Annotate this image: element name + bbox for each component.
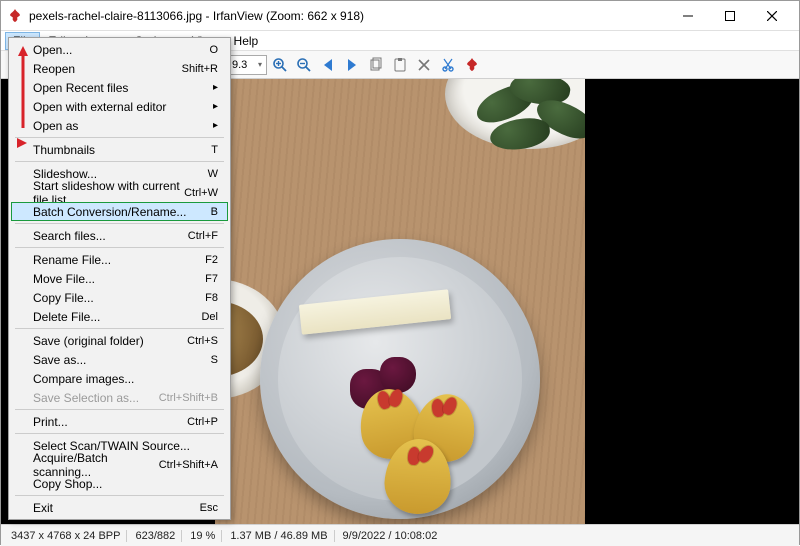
menu-acquire[interactable]: Acquire/Batch scanning...Ctrl+Shift+A: [11, 455, 228, 474]
menu-separator: [15, 495, 224, 496]
submenu-arrow-icon: ▸: [213, 120, 218, 131]
paste-button[interactable]: [389, 54, 411, 76]
menu-separator: [15, 433, 224, 434]
annotation-arrow-batch: [15, 136, 29, 150]
zoom-out-button[interactable]: [293, 54, 315, 76]
menu-slideshow-current[interactable]: Start slideshow with current file listCt…: [11, 183, 228, 202]
app-icon: [7, 8, 23, 24]
submenu-arrow-icon: ▸: [213, 82, 218, 93]
menu-separator: [15, 247, 224, 248]
menu-rename-file[interactable]: Rename File...F2: [11, 250, 228, 269]
menu-batch-conversion[interactable]: Batch Conversion/Rename...B: [11, 202, 228, 221]
window-title: pexels-rachel-claire-8113066.jpg - Irfan…: [29, 9, 667, 23]
irfan-icon[interactable]: [461, 54, 483, 76]
menu-save-selection: Save Selection as...Ctrl+Shift+B: [11, 388, 228, 407]
menu-save-original[interactable]: Save (original folder)Ctrl+S: [11, 331, 228, 350]
menu-delete-file[interactable]: Delete File...Del: [11, 307, 228, 326]
menu-separator: [15, 223, 224, 224]
status-zoom: 19 %: [184, 530, 222, 542]
menu-separator: [15, 161, 224, 162]
menu-separator: [15, 137, 224, 138]
status-index: 623/882: [129, 530, 182, 542]
menu-save-as[interactable]: Save as...S: [11, 350, 228, 369]
menu-copy-file[interactable]: Copy File...F8: [11, 288, 228, 307]
cut-button[interactable]: [437, 54, 459, 76]
annotation-arrow-file: [16, 46, 30, 136]
menu-open[interactable]: Open...O: [11, 40, 228, 59]
submenu-arrow-icon: ▸: [213, 101, 218, 112]
window-titlebar: pexels-rachel-claire-8113066.jpg - Irfan…: [1, 1, 799, 31]
menu-separator: [15, 409, 224, 410]
menu-separator: [15, 328, 224, 329]
menu-open-external[interactable]: Open with external editor▸: [11, 97, 228, 116]
file-menu-dropdown: Open...O ReopenShift+R Open Recent files…: [8, 37, 231, 520]
menu-exit[interactable]: ExitEsc: [11, 498, 228, 517]
close-button[interactable]: [751, 2, 793, 30]
status-dimensions: 3437 x 4768 x 24 BPP: [5, 530, 127, 542]
delete-button[interactable]: [413, 54, 435, 76]
displayed-image: [215, 79, 585, 524]
next-button[interactable]: [341, 54, 363, 76]
menu-move-file[interactable]: Move File...F7: [11, 269, 228, 288]
zoom-combo[interactable]: 9.3 ▾: [229, 55, 267, 75]
menu-search-files[interactable]: Search files...Ctrl+F: [11, 226, 228, 245]
menu-open-as[interactable]: Open as▸: [11, 116, 228, 135]
menu-print[interactable]: Print...Ctrl+P: [11, 412, 228, 431]
chevron-down-icon: ▾: [258, 60, 262, 69]
minimize-button[interactable]: [667, 2, 709, 30]
window-buttons: [667, 2, 793, 30]
prev-button[interactable]: [317, 54, 339, 76]
menu-reopen[interactable]: ReopenShift+R: [11, 59, 228, 78]
menu-thumbnails[interactable]: ThumbnailsT: [11, 140, 228, 159]
menu-help[interactable]: Help: [226, 32, 267, 50]
statusbar: 3437 x 4768 x 24 BPP 623/882 19 % 1.37 M…: [1, 524, 799, 546]
status-size: 1.37 MB / 46.89 MB: [224, 530, 334, 542]
zoom-in-button[interactable]: [269, 54, 291, 76]
menu-compare-images[interactable]: Compare images...: [11, 369, 228, 388]
menu-open-recent[interactable]: Open Recent files▸: [11, 78, 228, 97]
status-date: 9/9/2022 / 10:08:02: [337, 530, 444, 542]
zoom-value: 9.3: [232, 59, 247, 71]
maximize-button[interactable]: [709, 2, 751, 30]
menu-copy-shop[interactable]: Copy Shop...: [11, 474, 228, 493]
copy-button[interactable]: [365, 54, 387, 76]
